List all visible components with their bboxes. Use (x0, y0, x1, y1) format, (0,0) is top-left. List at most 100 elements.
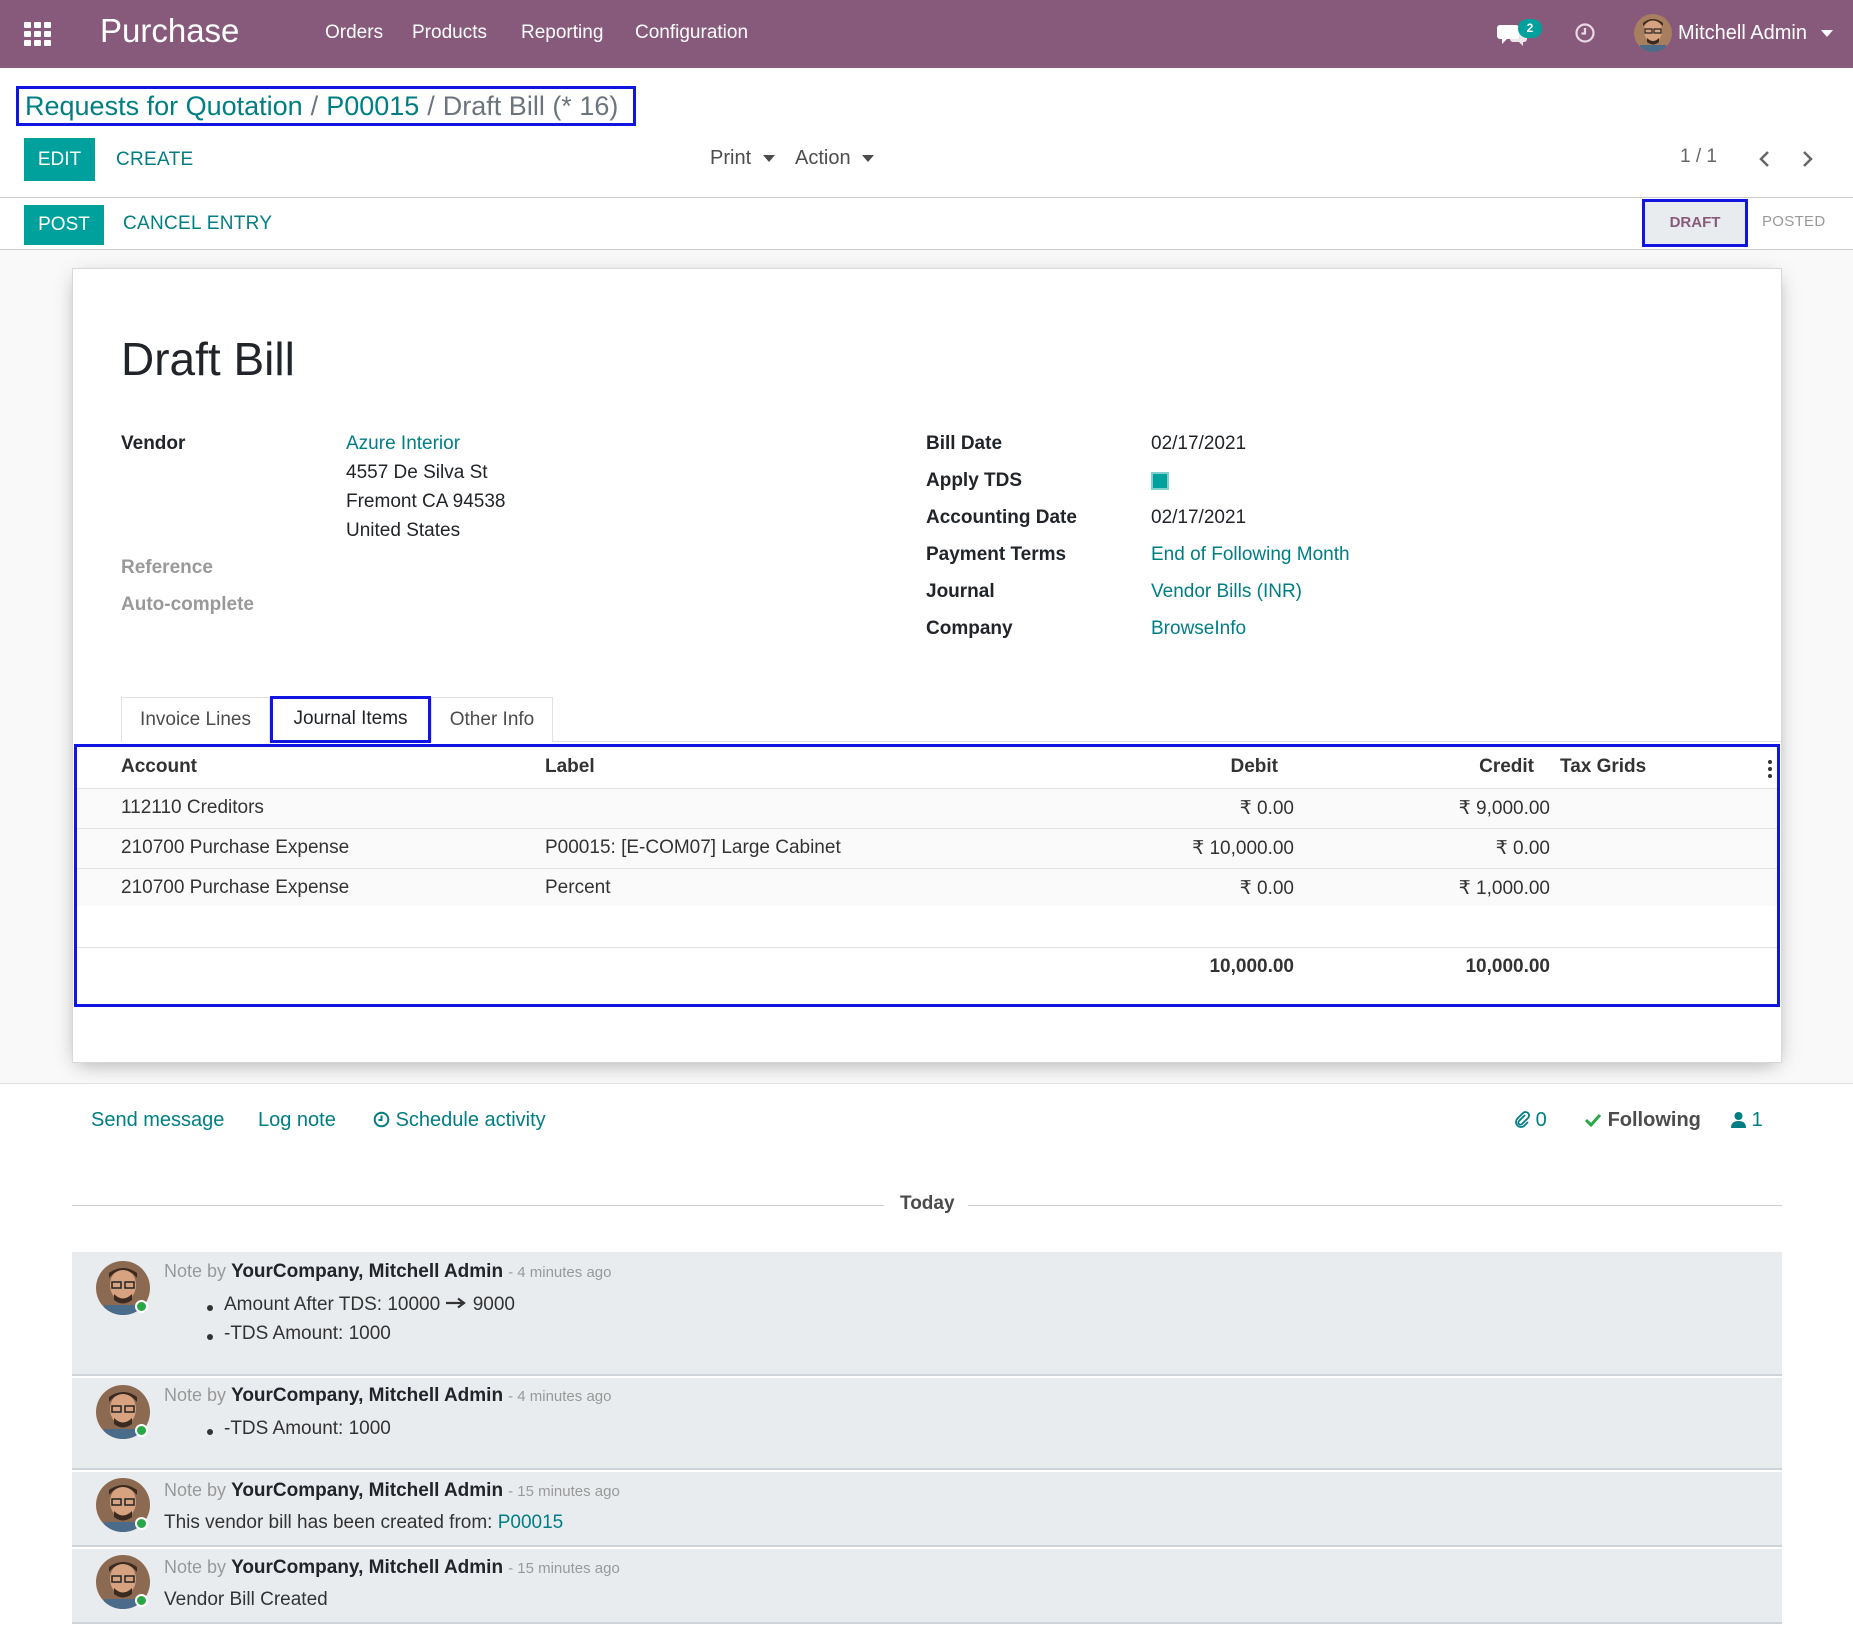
user-avatar[interactable] (1634, 14, 1672, 52)
table-row-account[interactable]: 112110 Creditors (121, 797, 264, 819)
total-credit: 10,000.00 (1465, 956, 1550, 977)
print-dropdown[interactable]: Print (710, 147, 775, 170)
column-header-account[interactable]: Account (121, 756, 197, 778)
breadcrumb: Requests for Quotation / P00015/Draft Bill… (16, 86, 636, 126)
post-button[interactable]: POST (24, 205, 104, 245)
breadcrumb-current: Draft Bill (* 16) (442, 91, 619, 121)
vendor-address-line: Fremont CA 94538 (346, 491, 506, 512)
table-row-credit[interactable]: ₹ 1,000.00 (1350, 877, 1550, 900)
divider (77, 828, 1777, 829)
column-header-label[interactable]: Label (545, 756, 595, 778)
online-status-icon (135, 1517, 148, 1530)
status-posted[interactable]: POSTED (1762, 213, 1825, 230)
company-label: Company (926, 618, 1013, 639)
following-label: Following (1607, 1109, 1701, 1131)
table-row-debit[interactable]: ₹ 0.00 (1100, 877, 1294, 900)
user-name-label: Mitchell Admin (1678, 22, 1807, 44)
chevron-right-icon[interactable] (1796, 148, 1818, 170)
chevron-left-icon[interactable] (1754, 148, 1776, 170)
tracking-value: -TDS Amount: 1000 (224, 1323, 391, 1344)
message-text: Vendor Bill Created (164, 1589, 328, 1610)
caret-down-icon (862, 155, 875, 163)
table-row-credit[interactable]: ₹ 0.00 (1350, 837, 1550, 860)
column-header-debit[interactable]: Debit (1100, 756, 1279, 778)
table-row-debit[interactable]: ₹ 10,000.00 (1100, 837, 1294, 860)
message-text: This vendor bill has been created from: (164, 1512, 493, 1533)
arrow-right-icon (446, 1297, 467, 1309)
column-header-credit[interactable]: Credit (1350, 756, 1534, 778)
tracking-new-value: 9000 (472, 1294, 516, 1315)
message-header: Note by YourCompany, Mitchell Admin - 15… (164, 1557, 620, 1579)
message-author[interactable]: YourCompany, Mitchell Admin (231, 1385, 503, 1406)
tab-invoice-lines[interactable]: Invoice Lines (121, 697, 270, 742)
message-time: - 4 minutes ago (508, 1388, 612, 1405)
table-row-account[interactable]: 210700 Purchase Expense (121, 877, 349, 899)
payment-terms-link[interactable]: End of Following Month (1151, 544, 1350, 566)
message-author[interactable]: YourCompany, Mitchell Admin (231, 1557, 503, 1578)
apply-tds-checkbox[interactable] (1151, 472, 1169, 490)
caret-down-icon (762, 155, 775, 163)
attachments-count: 0 (1535, 1109, 1547, 1131)
log-note-button[interactable]: Log note (258, 1109, 336, 1132)
online-status-icon (135, 1424, 148, 1437)
breadcrumb-rfq[interactable]: Requests for Quotation (25, 91, 303, 121)
vendor-address-line: 4557 De Silva St (346, 462, 488, 483)
attachments-button[interactable]: 0 (1514, 1109, 1547, 1132)
tracking-old-value: Amount After TDS: 10000 (224, 1294, 441, 1315)
activity-clock-icon[interactable] (1574, 22, 1596, 44)
column-header-tax-grids[interactable]: Tax Grids (1560, 756, 1646, 778)
clock-icon (373, 1111, 390, 1128)
message-prefix: Note by (164, 1261, 227, 1281)
apps-menu-icon[interactable] (24, 22, 52, 46)
menu-orders[interactable]: Orders (325, 22, 383, 44)
journal-link[interactable]: Vendor Bills (INR) (1151, 581, 1302, 603)
edit-button[interactable]: EDIT (24, 138, 95, 181)
source-document-link[interactable]: P00015 (498, 1512, 564, 1533)
message-header: Note by YourCompany, Mitchell Admin - 4 … (164, 1385, 611, 1407)
action-dropdown[interactable]: Action (795, 147, 875, 170)
breadcrumb-po[interactable]: P00015 (326, 91, 419, 121)
optional-columns-icon[interactable] (1767, 760, 1773, 780)
table-row-label[interactable]: Percent (545, 877, 610, 899)
followers-button[interactable]: 1 (1731, 1109, 1763, 1132)
app-title[interactable]: Purchase (100, 12, 239, 50)
table-row-debit[interactable]: ₹ 0.00 (1100, 797, 1294, 820)
following-button[interactable]: Following (1584, 1109, 1701, 1132)
divider (72, 1205, 884, 1206)
menu-reporting[interactable]: Reporting (521, 22, 603, 44)
message-author[interactable]: YourCompany, Mitchell Admin (231, 1480, 503, 1501)
cancel-entry-button[interactable]: CANCEL ENTRY (123, 213, 272, 235)
journal-label: Journal (926, 581, 995, 602)
autocomplete-label: Auto-complete (121, 594, 254, 615)
status-draft[interactable]: DRAFT (1642, 199, 1748, 247)
payment-terms-label: Payment Terms (926, 544, 1067, 565)
vendor-address-line: United States (346, 520, 461, 541)
create-button[interactable]: CREATE (116, 149, 193, 171)
divider (77, 868, 1777, 869)
bill-date-value: 02/17/2021 (1151, 433, 1247, 454)
caret-down-icon (1820, 30, 1833, 38)
user-menu[interactable]: Mitchell Admin (1678, 22, 1833, 45)
menu-configuration[interactable]: Configuration (635, 22, 748, 44)
message-body: This vendor bill has been created from: … (164, 1512, 563, 1534)
table-row-credit[interactable]: ₹ 9,000.00 (1350, 797, 1550, 820)
company-link[interactable]: BrowseInfo (1151, 618, 1246, 640)
message-time: - 15 minutes ago (508, 1483, 620, 1500)
pager-value[interactable]: 1 / 1 (1680, 146, 1717, 168)
table-row-account[interactable]: 210700 Purchase Expense (121, 837, 349, 859)
tab-other-info[interactable]: Other Info (431, 697, 553, 742)
tab-journal-items[interactable]: Journal Items (270, 696, 431, 743)
table-row-label[interactable]: P00015: [E-COM07] Large Cabinet (545, 837, 841, 859)
message-prefix: Note by (164, 1557, 227, 1577)
message-time: - 15 minutes ago (508, 1560, 620, 1577)
accounting-date-value: 02/17/2021 (1151, 507, 1247, 528)
schedule-activity-button[interactable]: Schedule activity (373, 1109, 546, 1132)
menu-products[interactable]: Products (412, 22, 487, 44)
accounting-date-label: Accounting Date (926, 507, 1077, 528)
message-author[interactable]: YourCompany, Mitchell Admin (231, 1261, 503, 1282)
tracking-value: Amount After TDS: 10000 9000 (224, 1294, 515, 1316)
message-header: Note by YourCompany, Mitchell Admin - 15… (164, 1480, 620, 1502)
vendor-label: Vendor (121, 433, 186, 454)
send-message-button[interactable]: Send message (91, 1109, 224, 1132)
vendor-link[interactable]: Azure Interior (346, 433, 460, 455)
